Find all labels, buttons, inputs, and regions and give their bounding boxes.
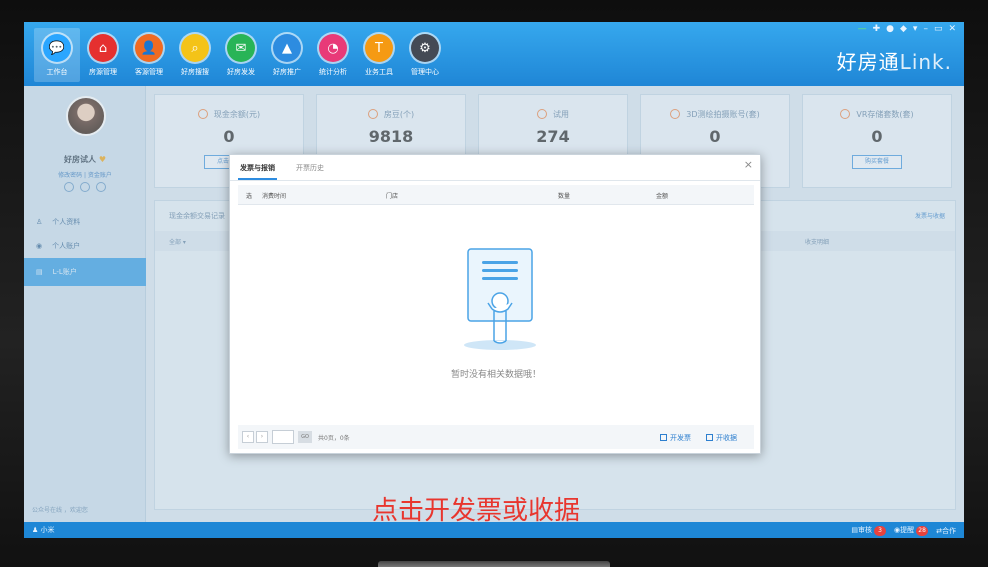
window-controls: — ✚ ● ◆ ▾ – ▭ ✕ (858, 24, 956, 34)
chat-bubble-icon: 💬 (43, 34, 71, 62)
nav-label: 客源管理 (135, 68, 163, 76)
status-right: ▤审核 3 ◉提醒 28 ⇄合作 (851, 525, 956, 536)
gear-icon: ⚙ (411, 34, 439, 62)
receipt-icon (706, 434, 713, 441)
nav-label: 业务工具 (365, 68, 393, 76)
skin-icon[interactable]: ◆ (900, 24, 907, 34)
dropdown-icon[interactable]: ▾ (913, 24, 918, 34)
top-navigation-bar: 💬 工作台 ⌂ 房源管理 👤 客源管理 ⌕ 好房搜搜 ✉ 好房发发 ▲ 好房推广 ◔ 统计分析 T 业务工具 ⚙… (24, 22, 964, 86)
nav-label: 好房搜搜 (181, 68, 209, 76)
empty-state: 暂时没有相关数据哦！ (238, 205, 754, 423)
nav-item-8[interactable]: ⚙ 管理中心 (402, 28, 448, 82)
brand-suffix: Link. (899, 50, 952, 74)
status-remind[interactable]: ◉提醒 28 (894, 525, 929, 536)
tab-invoice-history[interactable]: 开票历史 (296, 163, 324, 173)
monitor-stand (378, 561, 610, 567)
brand-name: 好房通 (836, 50, 900, 74)
nav-item-7[interactable]: T 业务工具 (356, 28, 402, 82)
nav-item-3[interactable]: ⌕ 好房搜搜 (172, 28, 218, 82)
nav-label: 好房推广 (273, 68, 301, 76)
house-icon: ⌂ (89, 34, 117, 62)
issue-invoice-button[interactable]: 开发票 (660, 433, 691, 443)
next-page-icon[interactable]: › (256, 431, 268, 443)
invoice-modal: × 发票与报销 开票历史 选 消费时间 门店 数量 金额 暂时没有相关数据哦！ (229, 154, 761, 454)
nav-item-4[interactable]: ✉ 好房发发 (218, 28, 264, 82)
pagination: ‹ › GO 共0页，0条 开发票 开收据 (238, 425, 754, 449)
search-house-icon: ⌕ (181, 34, 209, 62)
empty-document-icon (464, 248, 536, 350)
tool-icon: T (365, 34, 393, 62)
app-window: 💬 工作台 ⌂ 房源管理 👤 客源管理 ⌕ 好房搜搜 ✉ 好房发发 ▲ 好房推广 ◔ 统计分析 T 业务工具 ⚙… (24, 22, 964, 538)
nav-item-2[interactable]: 👤 客源管理 (126, 28, 172, 82)
col-select: 选 (246, 193, 253, 200)
instruction-caption: 点击开发票或收据 (372, 496, 581, 526)
go-button[interactable]: GO (298, 431, 312, 443)
modal-tabs: 发票与报销 开票历史 (230, 155, 760, 181)
add-icon[interactable]: ✚ (873, 24, 881, 34)
nav-label: 统计分析 (319, 68, 347, 76)
modal-table-head: 选 消费时间 门店 数量 金额 (238, 185, 754, 205)
minimize-green-icon[interactable]: — (858, 24, 867, 34)
nav-item-1[interactable]: ⌂ 房源管理 (80, 28, 126, 82)
empty-text: 暂时没有相关数据哦！ (450, 370, 541, 380)
col-amount: 金额 (656, 193, 669, 200)
status-audit[interactable]: ▤审核 3 (851, 525, 887, 536)
nav-label: 工作台 (46, 68, 68, 76)
nav-item-0[interactable]: 💬 工作台 (34, 28, 80, 82)
rocket-icon: ▲ (273, 34, 301, 62)
main-nav: 💬 工作台 ⌂ 房源管理 👤 客源管理 ⌕ 好房搜搜 ✉ 好房发发 ▲ 好房推广 ◔ 统计分析 T 业务工具 ⚙… (34, 28, 448, 82)
page-input[interactable] (272, 430, 294, 444)
nav-label: 房源管理 (89, 68, 117, 76)
status-cooperate[interactable]: ⇄合作 (936, 526, 956, 536)
brand-logo: 好房通Link. (837, 46, 952, 75)
nav-label: 管理中心 (411, 68, 439, 76)
nav-label: 好房发发 (227, 68, 255, 76)
col-qty: 数量 (558, 193, 571, 200)
close-icon[interactable]: ✕ (948, 24, 956, 34)
issue-receipt-button[interactable]: 开收据 (706, 433, 737, 443)
nav-item-6[interactable]: ◔ 统计分析 (310, 28, 356, 82)
nav-item-5[interactable]: ▲ 好房推广 (264, 28, 310, 82)
person-icon: 👤 (135, 34, 163, 62)
pie-chart-icon: ◔ (319, 34, 347, 62)
invoice-icon (660, 434, 667, 441)
send-icon: ✉ (227, 34, 255, 62)
col-store: 门店 (386, 193, 399, 200)
message-icon[interactable]: ● (886, 24, 894, 34)
maximize-icon[interactable]: ▭ (934, 24, 943, 34)
minimize-icon[interactable]: – (923, 24, 928, 34)
status-user[interactable]: ♟ 小米 (32, 525, 55, 535)
prev-page-icon[interactable]: ‹ (242, 431, 254, 443)
page-info: 共0页，0条 (318, 435, 350, 442)
col-time: 消费时间 (262, 193, 287, 200)
tab-invoice-reimburse[interactable]: 发票与报销 (238, 163, 277, 180)
